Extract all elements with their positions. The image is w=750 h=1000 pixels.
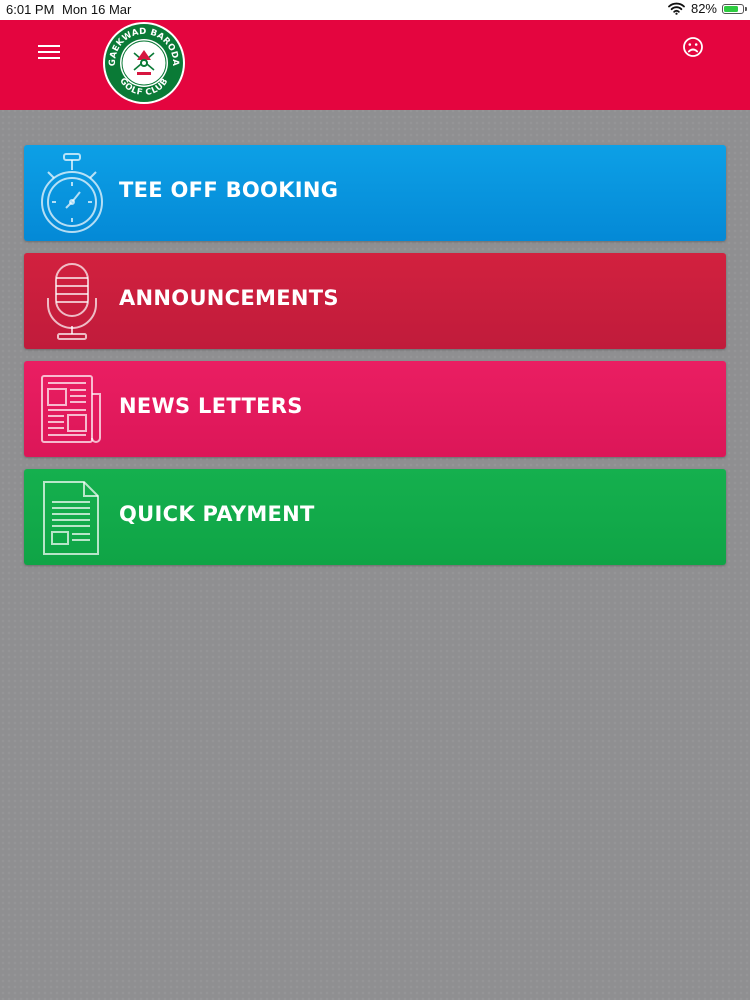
menu-item-quick-payment[interactable]: QUICK PAYMENT — [24, 469, 726, 565]
menu-item-announcements[interactable]: ANNOUNCEMENTS — [24, 253, 726, 349]
document-icon — [43, 481, 99, 555]
stopwatch-icon — [41, 153, 103, 233]
menu-item-label: ANNOUNCEMENTS — [119, 286, 339, 310]
menu-item-tee-off-booking[interactable]: TEE OFF BOOKING — [24, 145, 726, 241]
status-time: 6:01 PM — [6, 2, 55, 17]
menu-item-label: NEWS LETTERS — [119, 394, 303, 418]
main-menu: TEE OFF BOOKING ANNOUNCEMENTS NEWS LETTE… — [24, 145, 726, 577]
newspaper-icon — [41, 375, 101, 443]
battery-icon — [722, 3, 747, 14]
status-right: 82% — [668, 1, 747, 16]
status-bar: 6:01 PM Mon 16 Mar 82% — [0, 0, 750, 20]
menu-item-news-letters[interactable]: NEWS LETTERS — [24, 361, 726, 457]
battery-percent: 82% — [690, 1, 717, 16]
menu-hamburger-icon[interactable] — [38, 42, 62, 60]
battery-fill — [724, 5, 739, 12]
wifi-icon — [668, 2, 685, 15]
status-date: Mon 16 Mar — [62, 2, 132, 17]
menu-item-label: QUICK PAYMENT — [119, 502, 315, 526]
golf-club-logo: GAEKWAD BARODA GOLF CLUB — [103, 22, 185, 104]
app-header: GAEKWAD BARODA GOLF CLUB — [0, 20, 750, 110]
menu-item-label: TEE OFF BOOKING — [119, 178, 339, 202]
microphone-icon — [47, 263, 97, 340]
sad-face-icon[interactable] — [682, 36, 704, 58]
